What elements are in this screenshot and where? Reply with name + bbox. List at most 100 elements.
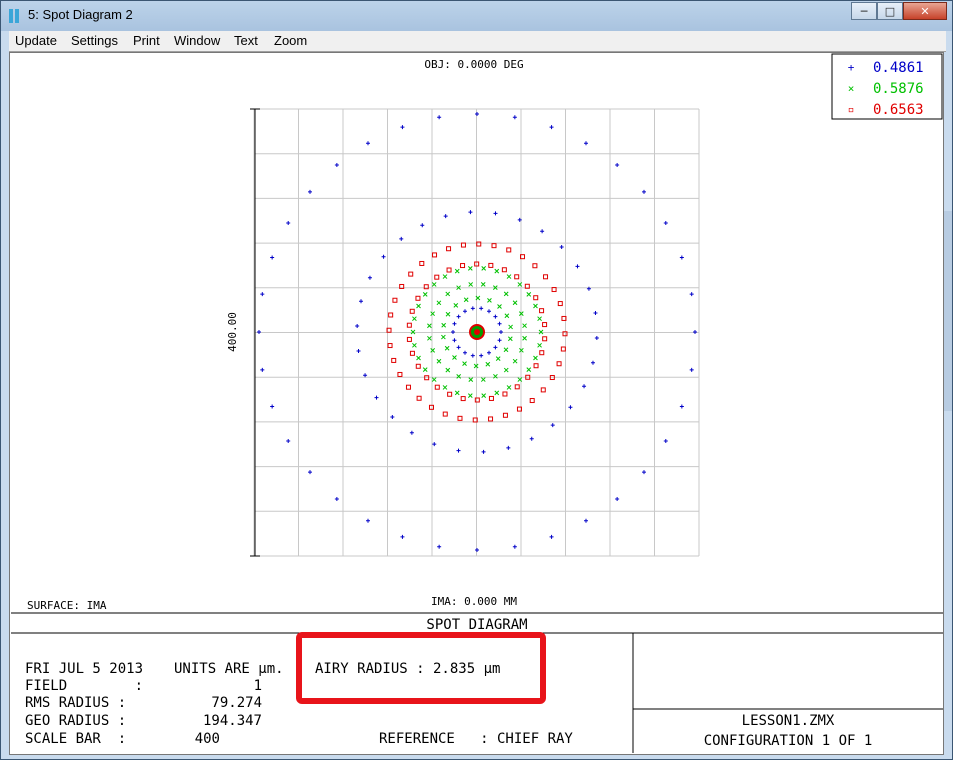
blue-spot (420, 223, 425, 228)
blue-spot (615, 496, 620, 501)
blue-spot (663, 221, 668, 225)
red-spot (457, 415, 463, 421)
legend-symbol-3: ▫ (848, 103, 855, 116)
red-spot (409, 308, 415, 314)
red-spot (406, 322, 412, 328)
menu-print[interactable]: Print (133, 33, 160, 48)
blue-spot (260, 367, 265, 372)
green-spot (507, 336, 513, 342)
blue-spot (359, 299, 364, 304)
green-spot (416, 355, 421, 361)
object-label: OBJ: 0.0000 DEG (424, 58, 523, 71)
blue-spot (390, 415, 395, 420)
blue-spot (400, 125, 405, 130)
title-bar[interactable]: 5: Spot Diagram 2 ─ □ ✕ (1, 1, 952, 31)
blue-spot (470, 353, 475, 358)
blue-spot (308, 470, 313, 475)
red-spot (502, 391, 508, 397)
geo-label: GEO RADIUS : (25, 713, 126, 729)
red-spot (539, 350, 545, 356)
blue-spot (481, 449, 486, 454)
green-spot (522, 323, 527, 329)
blue-spot (493, 211, 498, 216)
red-spot (387, 343, 393, 349)
blue-spot (549, 534, 554, 539)
blue-spot (506, 445, 511, 450)
green-spot (508, 324, 513, 330)
green-spot (444, 345, 450, 351)
red-spot (415, 295, 421, 301)
blue-spot (497, 321, 502, 326)
green-spot (522, 335, 527, 341)
menu-update[interactable]: Update (15, 33, 57, 48)
blue-spot (559, 244, 564, 249)
spot-diagram-window: 5: Spot Diagram 2 ─ □ ✕ Update Settings … (0, 0, 953, 760)
reference-text: REFERENCE : CHIEF RAY (379, 731, 573, 747)
blue-spot (334, 496, 339, 501)
green-spot (468, 377, 474, 382)
red-spot (424, 375, 430, 381)
red-spot (491, 243, 497, 249)
blue-spot (463, 309, 467, 314)
blue-spot (641, 189, 646, 194)
green-spot (431, 377, 437, 382)
green-spot (487, 298, 492, 303)
green-spot (512, 358, 518, 364)
blue-spot (540, 229, 545, 234)
menu-zoom[interactable]: Zoom (274, 33, 307, 48)
red-spot (408, 271, 414, 277)
menu-text[interactable]: Text (234, 33, 258, 48)
green-spot (533, 355, 538, 361)
red-spot (446, 246, 452, 252)
blue-spot (568, 405, 573, 410)
rms-label: RMS RADIUS : (25, 695, 126, 711)
blue-spot (689, 367, 694, 372)
red-spot (428, 404, 434, 410)
blue-spot (308, 189, 313, 194)
red-spot (543, 274, 549, 280)
blue-spot (549, 125, 554, 130)
blue-spot (493, 345, 498, 350)
green-spot (454, 268, 460, 274)
red-spot (474, 397, 480, 403)
blue-spot (590, 360, 595, 365)
blue-spot (693, 330, 697, 334)
image-label: IMA: 0.000 MM (431, 595, 517, 608)
field-label: FIELD : (25, 678, 143, 694)
blue-spot (475, 548, 479, 552)
app-icon (9, 9, 19, 23)
red-spot (533, 295, 539, 301)
blue-spot (363, 373, 368, 378)
green-spot (467, 265, 473, 271)
blue-spot (270, 404, 275, 409)
green-spot (481, 265, 487, 271)
close-button[interactable]: ✕ (903, 2, 947, 20)
blue-spot (615, 163, 620, 168)
red-spot (460, 263, 466, 269)
minimize-button[interactable]: ─ (851, 2, 877, 20)
red-spot (488, 416, 494, 422)
menu-settings[interactable]: Settings (71, 33, 118, 48)
red-spot (406, 336, 412, 342)
green-spot (422, 367, 428, 372)
green-spot (436, 358, 442, 364)
red-spot (502, 412, 508, 418)
scrollbar[interactable] (944, 211, 952, 411)
green-spot (494, 268, 500, 274)
file-name: LESSON1.ZMX (742, 713, 835, 729)
blue-spot (432, 442, 437, 447)
legend-symbol-1: + (848, 61, 855, 74)
green-spot (468, 282, 474, 287)
green-spot (453, 303, 459, 308)
blue-spot (550, 423, 555, 428)
menu-window[interactable]: Window (174, 33, 220, 48)
maximize-button[interactable]: □ (877, 2, 903, 20)
scale-bar-label: 400.00 (226, 312, 239, 352)
green-spot (493, 373, 498, 379)
green-spot (412, 342, 417, 348)
green-spot (537, 342, 542, 348)
red-spot (557, 301, 563, 307)
blue-spot (366, 518, 370, 523)
red-spot (416, 395, 422, 401)
blue-spot (463, 350, 467, 355)
